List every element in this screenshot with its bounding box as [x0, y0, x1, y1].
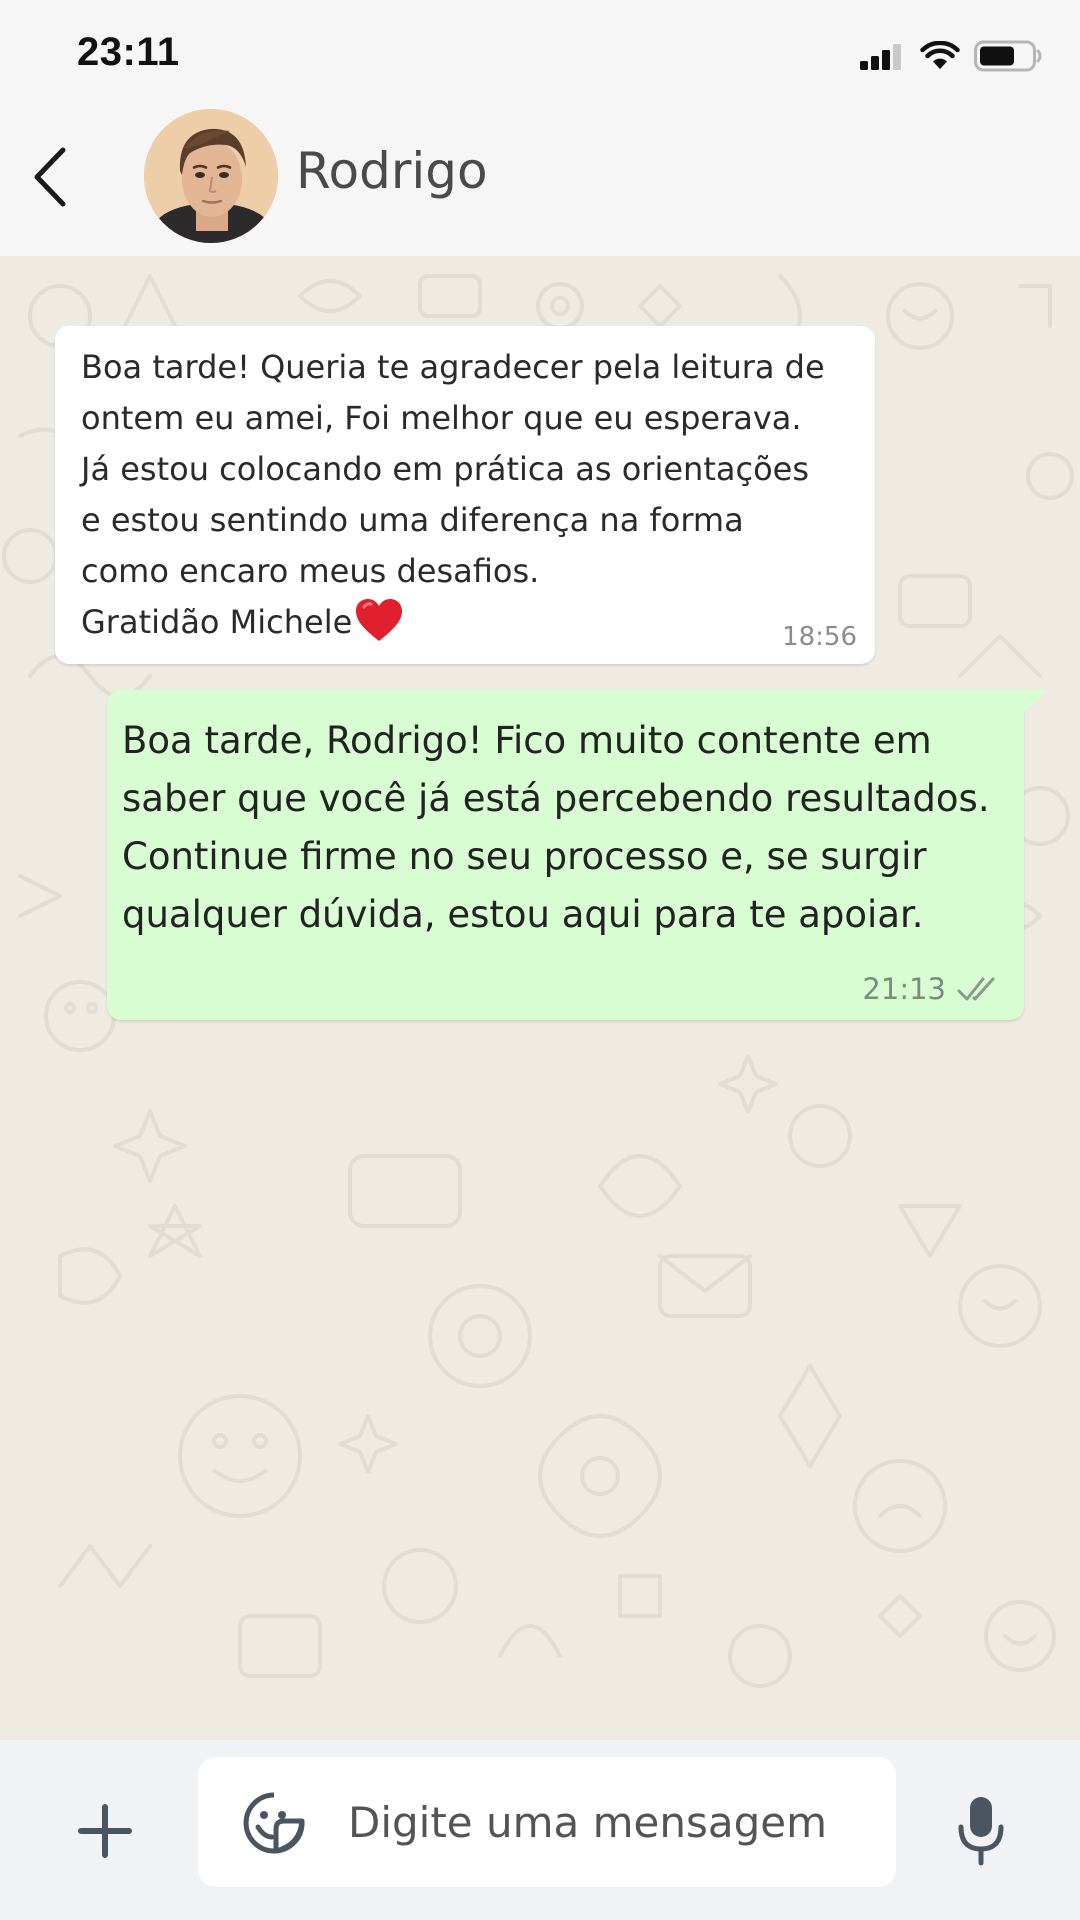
avatar[interactable] — [144, 109, 278, 243]
heart-icon — [356, 599, 403, 641]
mic-button[interactable] — [946, 1786, 1016, 1876]
bubble-tail — [1022, 690, 1045, 714]
chat-screen: 23:11 Rodrigo Boa tarde! Queria te agrad… — [0, 0, 1080, 1920]
outgoing-message-time: 21:13 — [862, 972, 946, 1006]
message-field[interactable] — [198, 1757, 896, 1887]
chat-area[interactable]: Boa tarde! Queria te agradecer pela leit… — [0, 256, 1080, 1740]
outgoing-message-text: Boa tarde, Rodrigo! Fico muito contente … — [122, 719, 990, 936]
battery-icon — [974, 40, 1042, 72]
wifi-icon — [920, 41, 960, 69]
heart-emoji — [354, 597, 404, 658]
back-button[interactable] — [14, 136, 84, 218]
status-time: 23:11 — [77, 30, 180, 74]
message-input[interactable] — [348, 1783, 868, 1861]
microphone-icon — [958, 1797, 1004, 1866]
incoming-message-bubble[interactable]: Boa tarde! Queria te agradecer pela leit… — [55, 326, 875, 664]
plus-icon — [78, 1804, 132, 1858]
chevron-left-icon — [34, 147, 66, 207]
sticker-icon[interactable] — [242, 1791, 306, 1855]
contact-avatar-photo — [144, 109, 278, 243]
status-bar: 23:11 — [0, 0, 1080, 100]
chat-header: Rodrigo — [0, 100, 1080, 257]
attach-button[interactable] — [70, 1796, 140, 1866]
incoming-message-text: Boa tarde! Queria te agradecer pela leit… — [81, 342, 851, 658]
outgoing-message-bubble[interactable]: Boa tarde, Rodrigo! Fico muito contente … — [107, 690, 1045, 1020]
incoming-message-time: 18:56 — [782, 622, 857, 652]
incoming-message-body: Boa tarde! Queria te agradecer pela leit… — [81, 348, 825, 641]
contact-name[interactable]: Rodrigo — [296, 142, 488, 200]
outgoing-message-meta: 21:13 — [862, 972, 1004, 1006]
status-icons — [860, 36, 1044, 76]
input-bar — [0, 1740, 1080, 1920]
signal-icon — [860, 44, 901, 70]
double-check-icon — [957, 977, 995, 1001]
